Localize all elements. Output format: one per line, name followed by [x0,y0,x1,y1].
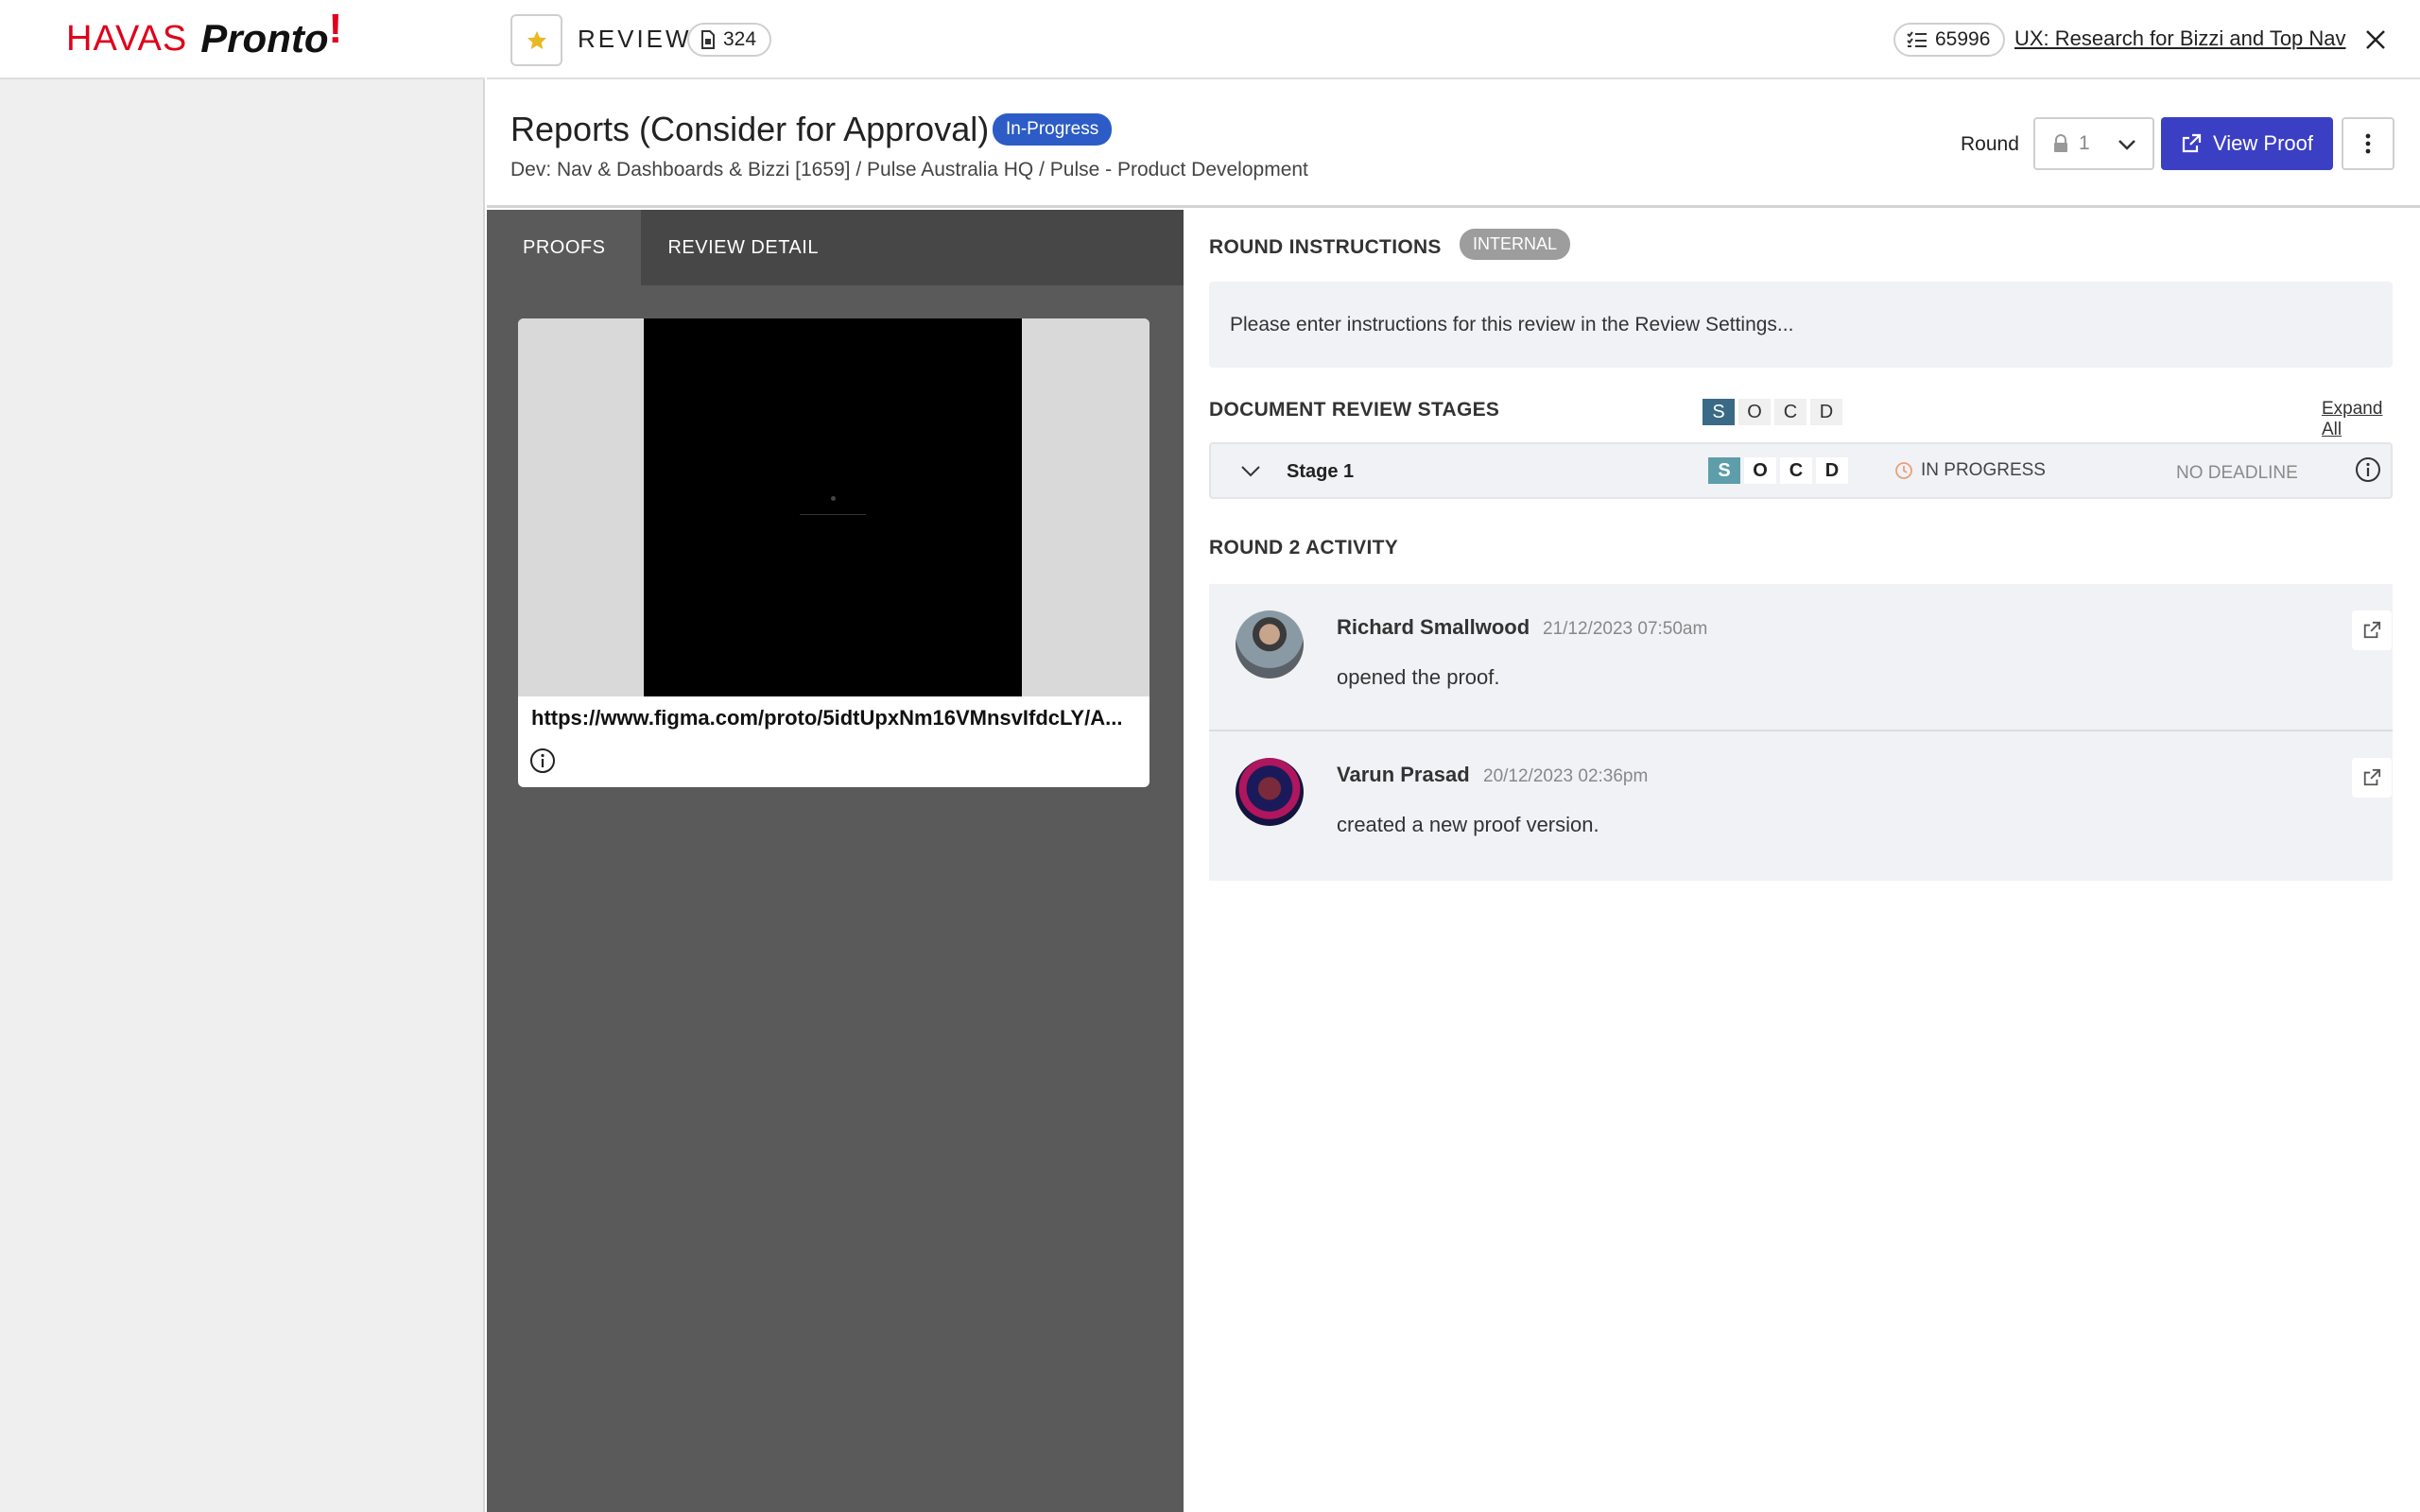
open-activity-button[interactable] [2352,610,2392,650]
stage-progress: S O C D [1708,457,1848,484]
close-icon [2366,30,2385,49]
info-icon [530,748,555,773]
legend-s: S [1703,399,1735,425]
stage-name: Stage 1 [1287,461,1355,482]
section-label: REVIEW [578,25,692,53]
review-header: Reports (Consider for Approval) In-Progr… [487,81,2420,208]
activity-list: Richard Smallwood 21/12/2023 07:50am ope… [1209,584,2393,881]
activity-user-name: Varun Prasad [1337,763,1470,786]
instructions-text: Please enter instructions for this revie… [1230,314,1794,335]
activity-item: Richard Smallwood 21/12/2023 07:50am ope… [1209,584,2393,731]
proof-info-button[interactable] [529,747,556,779]
more-options-button[interactable] [2342,117,2394,170]
legend-o: O [1738,399,1771,425]
activity-item: Varun Prasad 20/12/2023 02:36pm created … [1209,731,2393,881]
proof-card[interactable]: https://www.figma.com/proto/5idtUpxNm16V… [518,318,1150,787]
stage-c: C [1780,457,1812,484]
favorite-button[interactable] [510,14,562,66]
round-value: 1 [2079,132,2090,154]
stage-legend: S O C D [1703,399,1842,425]
page-title: Reports (Consider for Approval) [510,110,990,148]
open-activity-button[interactable] [2352,758,2392,798]
brand-bolt-mark: ! [328,6,343,52]
proof-thumbnail[interactable] [518,318,1150,696]
stage-status: IN PROGRESS [1894,460,2046,481]
document-count-badge[interactable]: 324 [687,23,772,57]
view-proof-button[interactable]: View Proof [2161,117,2333,170]
preview-dot [831,496,836,501]
avatar [1236,610,1304,679]
avatar [1236,758,1304,826]
panel-tabs: PROOFS REVIEW DETAIL [487,210,1184,285]
expand-all-link[interactable]: Expand All [2322,399,2396,440]
round-activity-title: ROUND 2 ACTIVITY [1209,537,1399,558]
tab-review-detail[interactable]: REVIEW DETAIL [641,210,855,285]
round-instructions-title: ROUND INSTRUCTIONS [1209,236,1442,258]
lock-icon [2054,134,2067,152]
document-count: 324 [723,28,757,50]
status-badge: In-Progress [993,113,1113,146]
legend-c: C [1774,399,1806,425]
brand-logo[interactable]: HAVAS Pronto ! [0,0,485,79]
tab-proofs[interactable]: PROOFS [487,210,642,285]
stage-o: O [1744,457,1776,484]
activity-user-name: Richard Smallwood [1337,615,1530,639]
brand-havas-text: HAVAS [66,18,188,59]
instructions-box: Please enter instructions for this revie… [1209,282,2393,368]
preview-line [800,514,866,515]
star-icon [527,30,546,49]
proof-url[interactable]: https://www.figma.com/proto/5idtUpxNm16V… [531,706,1141,730]
activity-text: created a new proof version. [1337,813,1599,836]
external-link-icon [2363,621,2381,639]
stage-row[interactable]: Stage 1 S O C D IN PROGRESS NO DEADLINE [1209,442,2393,499]
brand-pronto-text: Pronto [200,16,329,60]
task-count-badge[interactable]: 65996 [1893,23,2006,57]
document-review-stages-title: DOCUMENT REVIEW STAGES [1209,399,1500,421]
activity-time: 20/12/2023 02:36pm [1483,766,1649,786]
chevron-down-icon [2118,140,2135,150]
close-button[interactable] [2359,23,2393,57]
activity-time: 21/12/2023 07:50am [1543,619,1708,639]
proofs-panel: PROOFS REVIEW DETAIL https://www.figma.c… [487,210,1184,1512]
main-area: REVIEW 324 65996 UX: Research for Bizzi … [487,0,2420,1512]
left-sidebar: HAVAS Pronto ! [0,0,485,1512]
round-label: Round [1961,133,2019,155]
info-icon [2356,457,2380,482]
external-link-icon [2363,768,2381,786]
stage-s: S [1708,457,1740,484]
project-link[interactable]: UX: Research for Bizzi and Top Nav [2014,26,2346,51]
round-select[interactable]: 1 [2033,117,2154,170]
chevron-down-icon [1241,466,1260,477]
top-bar: REVIEW 324 65996 UX: Research for Bizzi … [487,0,2420,79]
stage-deadline: NO DEADLINE [2176,463,2298,483]
checklist-icon [1907,31,1927,47]
stage-d: D [1816,457,1848,484]
external-link-icon [2182,133,2202,153]
more-vertical-icon [2365,133,2371,154]
clock-icon [1895,462,1912,479]
stage-status-text: IN PROGRESS [1921,460,2046,480]
view-proof-label: View Proof [2213,131,2313,155]
legend-d: D [1810,399,1842,425]
proof-preview [644,318,1022,696]
document-icon [701,30,715,49]
internal-badge: INTERNAL [1460,229,1571,260]
task-count: 65996 [1935,28,1991,50]
stage-info-button[interactable] [2355,456,2381,488]
stage-toggle[interactable] [1239,459,1262,487]
breadcrumb: Dev: Nav & Dashboards & Bizzi [1659] / P… [510,159,1308,180]
activity-text: opened the proof. [1337,665,1500,689]
